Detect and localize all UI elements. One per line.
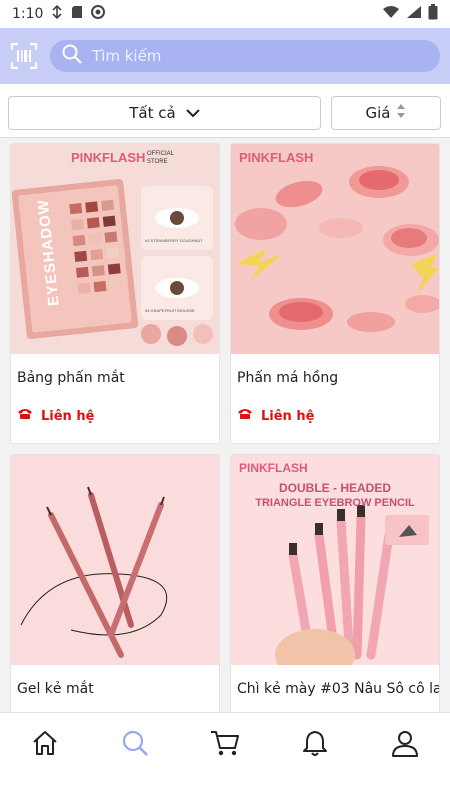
contact-label: Liên hệ <box>261 408 315 424</box>
wifi-icon <box>382 5 400 23</box>
product-image-eyeliner <box>11 455 219 665</box>
nav-cart[interactable] <box>200 720 250 770</box>
product-name: Phấn má hồng <box>237 370 339 386</box>
filter-bar: Tất cả Giá <box>0 84 450 138</box>
nav-account[interactable] <box>380 720 430 770</box>
product-card[interactable]: PINKFLASH DOUBLE - HEADED TRIANGLE EYEBR… <box>230 454 440 712</box>
nav-search[interactable] <box>110 720 160 770</box>
product-card[interactable]: PINKFLASH Phấn má hồng Liên hệ <box>230 143 440 444</box>
top-bar <box>0 28 450 84</box>
phone-icon <box>17 408 33 424</box>
status-time: 1:10 <box>12 6 44 22</box>
price-sort-label: Giá <box>365 104 391 122</box>
sort-arrows-icon <box>396 103 406 123</box>
category-dropdown[interactable]: Tất cả <box>8 96 321 130</box>
phone-icon <box>237 408 253 424</box>
product-grid: PINKFLASH OFFICIAL STORE EYESHADOW #3 ST… <box>0 138 450 712</box>
search-box[interactable] <box>50 40 440 72</box>
image-headline-2: TRIANGLE EYEBROW PENCIL <box>255 497 415 509</box>
product-image-eyeshadow: PINKFLASH OFFICIAL STORE EYESHADOW #3 ST… <box>11 144 219 354</box>
bottom-nav <box>0 712 450 776</box>
cart-icon <box>210 729 240 761</box>
search-input[interactable] <box>92 47 392 65</box>
image-brand-text: PINKFLASH <box>239 461 308 475</box>
nav-notifications[interactable] <box>290 720 340 770</box>
product-name: Chì kẻ mày #03 Nâu Sô cô la <box>237 681 439 697</box>
sync-icon <box>51 4 63 23</box>
image-store-text: OFFICIAL STORE <box>147 151 174 165</box>
product-name: Bảng phấn mắt <box>17 370 125 386</box>
bell-icon <box>302 729 328 761</box>
product-name: Gel kẻ mắt <box>17 681 94 697</box>
system-gesture-bar <box>0 776 450 800</box>
search-icon <box>62 44 82 68</box>
product-card[interactable]: PINKFLASH OFFICIAL STORE EYESHADOW #3 ST… <box>10 143 220 444</box>
barcode-scan-icon[interactable] <box>10 42 38 70</box>
product-image-eyebrow-pencil: PINKFLASH DOUBLE - HEADED TRIANGLE EYEBR… <box>231 455 439 665</box>
nav-home[interactable] <box>20 720 70 770</box>
chevron-down-icon <box>186 104 200 122</box>
home-icon <box>31 729 59 761</box>
category-dropdown-label: Tất cả <box>129 104 176 122</box>
image-shade4-text: #4 GRAPEFRUIT MOUSSE <box>145 308 195 313</box>
product-image-blush: PINKFLASH <box>231 144 439 354</box>
user-icon <box>391 729 419 761</box>
signal-icon <box>406 5 422 23</box>
image-brand-text: PINKFLASH <box>71 150 146 165</box>
contact-label: Liên hệ <box>41 408 95 424</box>
app-circle-icon <box>91 5 106 23</box>
status-bar: 1:10 <box>0 0 450 28</box>
image-brand-text: PINKFLASH <box>239 150 314 165</box>
price-sort-button[interactable]: Giá <box>331 96 441 130</box>
image-shade3-text: #3 STRAWBERRY DOUGHNUT <box>145 238 203 243</box>
search-icon <box>121 729 149 761</box>
battery-icon <box>428 4 438 24</box>
product-card[interactable]: Gel kẻ mắt <box>10 454 220 712</box>
contact-link[interactable]: Liên hệ <box>231 386 439 424</box>
image-headline-1: DOUBLE - HEADED <box>278 481 391 495</box>
sd-card-icon <box>71 5 83 23</box>
contact-link[interactable]: Liên hệ <box>11 386 219 424</box>
